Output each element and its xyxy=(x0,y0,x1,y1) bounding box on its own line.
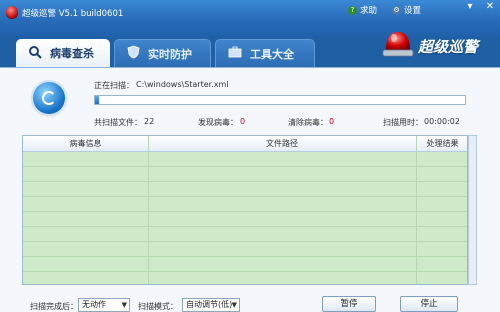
current-file-label: 正在扫描： xyxy=(94,81,134,90)
minimize-button[interactable]: ▾ xyxy=(462,1,478,13)
shield-icon xyxy=(127,45,140,62)
app-window: 超级巡警 V5.1 build0601 ? 求助 ⚙ 设置 ▾ ✕ 病毒查杀 实… xyxy=(0,0,500,312)
column-divider xyxy=(148,136,149,284)
search-icon xyxy=(28,45,42,62)
help-icon: ? xyxy=(348,5,357,15)
app-logo-icon xyxy=(6,6,18,18)
scan-time-value: 00:00:02 xyxy=(424,117,460,126)
column-header-virus-info[interactable]: 病毒信息 xyxy=(23,136,148,151)
grid-row-line xyxy=(23,241,467,242)
after-scan-label: 扫描完成后： xyxy=(30,302,78,311)
tab-label: 实时防护 xyxy=(148,47,192,61)
column-header-file-path[interactable]: 文件路径 xyxy=(148,136,416,151)
current-file-path: C:\windows\Starter.xml xyxy=(136,80,229,89)
viruses-cleared-value: 0 xyxy=(329,117,335,126)
grid-row-line xyxy=(23,181,467,182)
tab-label: 工具大全 xyxy=(250,47,294,61)
scan-mode-value: 自动调节(低) xyxy=(186,300,233,309)
grid-row-line xyxy=(23,211,467,212)
results-scrollbar[interactable] xyxy=(468,135,477,285)
help-label: 求助 xyxy=(360,6,378,16)
scan-mode-label: 扫描模式： xyxy=(138,302,178,311)
toolbox-icon xyxy=(228,46,242,61)
scan-status-icon xyxy=(33,82,65,114)
files-scanned-label: 共扫描文件： xyxy=(94,118,142,127)
viruses-found-value: 0 xyxy=(240,117,246,126)
column-header-result[interactable]: 处理结果 xyxy=(416,136,467,151)
grid-row-line xyxy=(23,196,467,197)
viruses-cleared-label: 清除病毒： xyxy=(288,118,328,127)
chevron-down-icon: ▼ xyxy=(121,301,127,309)
tab-label: 病毒查杀 xyxy=(50,47,94,60)
brand-name: 超级巡警 xyxy=(418,38,479,56)
files-scanned-value: 22 xyxy=(144,117,155,126)
stop-button[interactable]: 停止 xyxy=(400,296,458,312)
results-header: 病毒信息 文件路径 处理结果 xyxy=(23,136,467,152)
gear-icon: ⚙ xyxy=(392,5,401,15)
column-divider xyxy=(416,136,417,284)
grid-row-line xyxy=(23,226,467,227)
settings-link[interactable]: ⚙ 设置 xyxy=(392,4,421,16)
tab-toolbox[interactable]: 工具大全 xyxy=(215,39,315,67)
app-title: 超级巡警 V5.1 build0601 xyxy=(22,9,124,19)
grid-row-line xyxy=(23,256,467,257)
close-button[interactable]: ✕ xyxy=(482,1,498,13)
pause-button[interactable]: 暂停 xyxy=(322,296,376,312)
settings-label: 设置 xyxy=(404,6,422,16)
scan-progress-bar xyxy=(94,95,466,105)
tab-virus-scan[interactable]: 病毒查杀 xyxy=(16,39,110,67)
grid-row-line xyxy=(23,166,467,167)
help-link[interactable]: ? 求助 xyxy=(348,4,377,16)
brand: 超级巡警 xyxy=(380,26,500,66)
after-scan-select[interactable]: 无动作 ▼ xyxy=(78,298,130,312)
grid-row-line xyxy=(23,271,467,272)
scan-time-label: 扫描用时： xyxy=(383,118,423,127)
chevron-down-icon: ▼ xyxy=(231,301,237,309)
viruses-found-label: 发现病毒： xyxy=(198,118,238,127)
after-scan-value: 无动作 xyxy=(82,300,106,309)
results-table[interactable]: 病毒信息 文件路径 处理结果 xyxy=(22,135,468,285)
tab-realtime-protection[interactable]: 实时防护 xyxy=(114,39,211,67)
scan-mode-select[interactable]: 自动调节(低) ▼ xyxy=(182,298,240,312)
scan-progress-fill xyxy=(95,96,99,104)
